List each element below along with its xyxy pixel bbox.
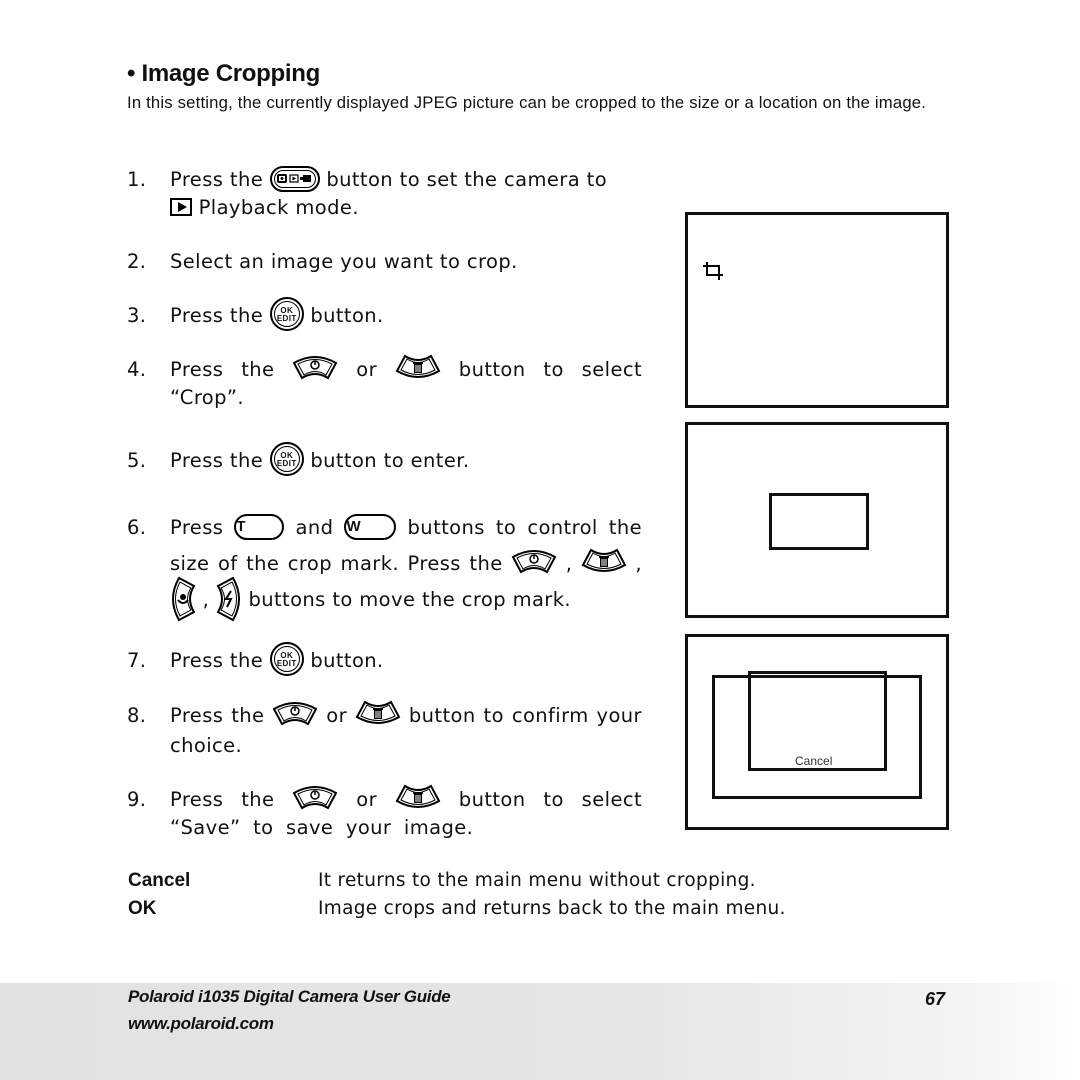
step-text: Press the	[170, 788, 275, 811]
cancel-option: Cancel	[795, 754, 833, 768]
step-text: Press the	[170, 704, 265, 727]
step-text: Press	[170, 516, 224, 539]
crop-mark-frame	[769, 493, 869, 550]
down-delete-button-icon	[581, 548, 627, 574]
step-text: ,	[202, 588, 210, 611]
step-number: 6.	[127, 516, 147, 539]
wide-button-icon: W	[344, 513, 397, 540]
up-self-timer-button-icon	[272, 700, 318, 726]
step-text: or	[356, 358, 377, 381]
up-self-timer-button-icon	[292, 784, 338, 810]
ok-edit-button-icon: OK EDIT	[269, 296, 304, 331]
screen-crop-confirm: Cancel	[685, 634, 949, 830]
step-number: 1.	[127, 168, 147, 191]
step-text: ,	[565, 552, 573, 575]
step-text: Press the	[170, 449, 264, 472]
definition-term-ok: OK	[128, 898, 157, 919]
ok-edit-button-icon: OK EDIT	[269, 641, 304, 676]
step-text: buttons to move the crop mark.	[248, 588, 572, 611]
footer-guide-title: Polaroid i1035 Digital Camera User Guide	[128, 987, 451, 1006]
footer-url: www.polaroid.com	[128, 1014, 274, 1033]
screen-crop-mark	[685, 422, 949, 618]
step-text: button.	[310, 304, 384, 327]
step-text: or	[356, 788, 377, 811]
down-delete-button-icon	[395, 784, 441, 810]
step-text: Press the	[170, 304, 264, 327]
step-text: Playback mode.	[198, 196, 359, 219]
step-text: button to set the camera to	[326, 168, 608, 191]
down-delete-button-icon	[355, 700, 401, 726]
left-macro-button-icon	[170, 576, 196, 622]
step-text: button to enter.	[310, 449, 470, 472]
page-number: 67	[925, 989, 946, 1009]
up-self-timer-button-icon	[511, 548, 557, 574]
step-number: 4.	[127, 358, 147, 381]
tele-button-icon: T	[234, 513, 285, 540]
definition-term-cancel: Cancel	[128, 870, 191, 891]
screen-crop-menu	[685, 212, 949, 408]
step-text: or	[326, 704, 348, 727]
section-title: • Image Cropping	[127, 60, 320, 87]
step-text: and	[295, 516, 334, 539]
step-text: Press the	[170, 168, 264, 191]
right-flash-button-icon	[216, 576, 242, 622]
step-number: 3.	[127, 304, 147, 327]
playback-icon	[170, 198, 192, 216]
section-intro: In this setting, the currently displayed…	[127, 93, 927, 112]
step-number: 8.	[127, 704, 147, 727]
step-text: button.	[310, 649, 384, 672]
down-delete-button-icon	[395, 354, 441, 380]
up-self-timer-button-icon	[292, 354, 338, 380]
ok-edit-button-icon: OK EDIT	[269, 441, 304, 476]
step-text: Press the	[170, 649, 264, 672]
step-text: Select an image you want to crop.	[170, 250, 518, 273]
mode-button-icon	[269, 165, 320, 192]
definition-desc-cancel: It returns to the main menu without crop…	[318, 870, 756, 891]
step-number: 2.	[127, 250, 147, 273]
step-number: 5.	[127, 449, 147, 472]
step-text: Press the	[170, 358, 275, 381]
step-number: 7.	[127, 649, 147, 672]
step-number: 9.	[127, 788, 147, 811]
step-text: ,	[635, 552, 643, 575]
crop-icon	[703, 262, 723, 280]
definition-desc-ok: Image crops and returns back to the main…	[318, 898, 786, 919]
